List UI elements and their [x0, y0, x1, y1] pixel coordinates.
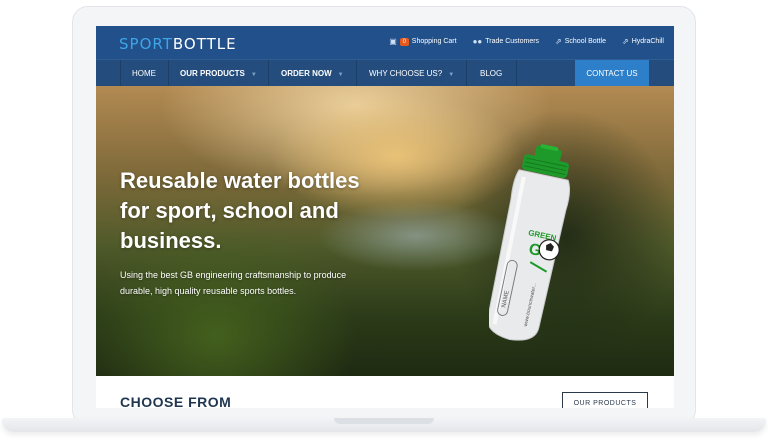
shopping-cart-label: Shopping Cart: [411, 38, 457, 45]
nav-order-now[interactable]: ORDER NOW ▼: [281, 60, 344, 87]
choose-section: CHOOSE FROM OUR PRODUCTS: [96, 376, 674, 408]
shopping-cart-link[interactable]: ▣ 0 Shopping Cart: [389, 37, 456, 46]
chevron-down-icon: ▼: [448, 72, 455, 78]
nav-divider: [268, 60, 269, 87]
nav-divider: [120, 60, 121, 87]
utility-links: ▣ 0 Shopping Cart ●● Trade Customers ⇗ S…: [389, 37, 664, 46]
nav-divider: [516, 60, 517, 87]
nav-divider: [168, 60, 169, 87]
cart-count-badge: 0: [399, 37, 409, 46]
school-bottle-link[interactable]: ⇗ School Bottle: [555, 37, 606, 46]
nav-blog[interactable]: BLOG: [480, 60, 502, 87]
nav-order-now-label: ORDER NOW: [281, 69, 332, 78]
water-bottle-image: GREEN G NAME www.bouncewater...: [489, 144, 571, 341]
nav-divider: [466, 60, 467, 87]
website-screen: SPORTBOTTLE ▣ 0 Shopping Cart ●● Trade C…: [96, 26, 674, 408]
external-link-icon: ⇗: [555, 37, 562, 46]
our-products-button[interactable]: OUR PRODUCTS: [562, 392, 648, 408]
hero-title: Reusable water bottles for sport, school…: [120, 168, 360, 253]
laptop-notch: [334, 418, 434, 424]
nav-why-choose-us-label: WHY CHOOSE US?: [369, 69, 443, 78]
nav-divider: [356, 60, 357, 87]
logo-bottle: BOTTLE: [172, 35, 237, 53]
chevron-down-icon: ▼: [337, 72, 344, 78]
hero-subtitle: Using the best GB engineering craftsmans…: [120, 270, 347, 296]
main-nav: HOME OUR PRODUCTS ▼ ORDER NOW ▼ WHY CHOOSE…: [96, 59, 674, 87]
top-bar: SPORTBOTTLE ▣ 0 Shopping Cart ●● Trade C…: [96, 26, 674, 59]
nav-home[interactable]: HOME: [132, 60, 156, 87]
hydrachill-link[interactable]: ⇗ HydraChill: [622, 37, 664, 46]
users-icon: ●●: [472, 37, 483, 46]
basket-icon: ▣: [389, 37, 397, 46]
nav-our-products[interactable]: OUR PRODUCTS ▼: [180, 60, 257, 87]
school-bottle-label: School Bottle: [564, 38, 606, 45]
hero-banner: Reusable water bottles for sport, school…: [96, 86, 674, 376]
trade-customers-link[interactable]: ●● Trade Customers: [473, 37, 539, 46]
nav-our-products-label: OUR PRODUCTS: [180, 69, 245, 78]
trade-customers-label: Trade Customers: [485, 38, 540, 45]
external-link-icon: ⇗: [622, 37, 629, 46]
nav-why-choose-us[interactable]: WHY CHOOSE US? ▼: [369, 60, 454, 87]
chevron-down-icon: ▼: [250, 72, 257, 78]
site-logo[interactable]: SPORTBOTTLE: [119, 35, 237, 53]
logo-sport: SPORT: [119, 35, 173, 53]
contact-us-button[interactable]: CONTACT US: [575, 60, 649, 87]
choose-heading: CHOOSE FROM: [120, 394, 232, 408]
hydrachill-label: HydraChill: [631, 38, 664, 45]
